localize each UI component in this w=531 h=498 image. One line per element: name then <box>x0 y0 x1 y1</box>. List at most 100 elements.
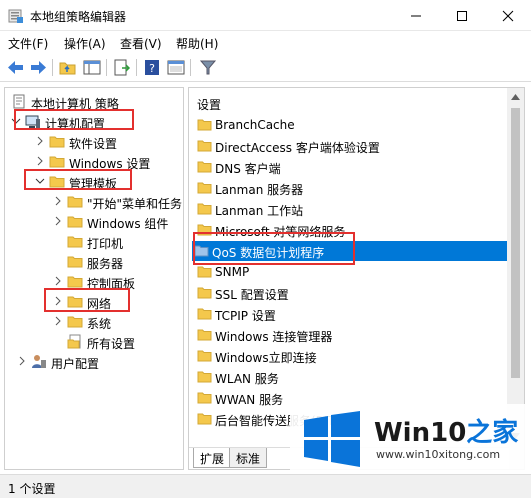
up-folder-button[interactable] <box>58 58 78 77</box>
menu-view[interactable]: 查看(V) <box>120 35 162 52</box>
highlight-network <box>44 288 130 312</box>
group-policy-app-icon <box>8 9 23 23</box>
folder-icon <box>49 136 65 148</box>
folder-icon <box>197 308 212 320</box>
all-settings-icon <box>67 334 81 349</box>
folder-icon <box>197 392 212 404</box>
folder-icon <box>197 413 212 425</box>
help-button[interactable]: ? <box>142 58 162 77</box>
folder-icon <box>67 316 83 328</box>
folder-icon <box>197 266 212 278</box>
chevron-right-icon <box>37 136 43 146</box>
menu-file[interactable]: 文件(F) <box>8 35 48 52</box>
tree-node-servers[interactable]: 服务器 <box>9 252 179 272</box>
tab-expand[interactable]: 扩展 <box>193 448 232 468</box>
list-item[interactable]: Lanman 工作站 <box>195 199 505 219</box>
tree-label-software-settings: 软件设置 <box>69 137 118 151</box>
folder-icon <box>67 196 83 208</box>
folder-icon <box>67 236 83 248</box>
watermark: Win10之家 www.win10xitong.com <box>290 404 531 474</box>
forward-button[interactable] <box>28 58 48 77</box>
list-item-label: Lanman 服务器 <box>215 183 304 197</box>
folder-icon <box>197 182 212 194</box>
tree-label-servers: 服务器 <box>87 257 124 271</box>
window-title: 本地组策略编辑器 <box>30 10 127 24</box>
toolbar-separator <box>190 59 191 76</box>
title-bar: 本地组策略编辑器 <box>0 0 531 31</box>
list-item-label: Lanman 工作站 <box>215 204 304 218</box>
menu-help[interactable]: 帮助(H) <box>176 35 218 52</box>
list-item[interactable]: Windows 连接管理器 <box>195 325 505 345</box>
svg-text:?: ? <box>149 62 155 75</box>
folder-icon <box>197 371 212 383</box>
folder-icon <box>49 156 65 168</box>
minimize-button[interactable] <box>393 0 439 31</box>
maximize-button[interactable] <box>439 0 485 31</box>
list-item[interactable]: DNS 客户端 <box>195 157 505 177</box>
list-item-label: SNMP <box>215 265 250 279</box>
folder-icon <box>67 216 83 228</box>
watermark-url: www.win10xitong.com <box>376 448 501 461</box>
list-item-label: WWAN 服务 <box>215 393 284 407</box>
tree-label-user-config: 用户配置 <box>51 357 100 371</box>
folder-icon <box>197 161 212 173</box>
folder-icon <box>197 119 212 131</box>
list-item[interactable]: Lanman 服务器 <box>195 178 505 198</box>
tree-node-windows-components[interactable]: Windows 组件 <box>9 212 179 232</box>
list-item-label: BranchCache <box>215 118 295 132</box>
filter-button[interactable] <box>198 58 218 77</box>
folder-icon <box>197 329 212 341</box>
tree-node-start-menu[interactable]: "开始"菜单和任务 <box>9 192 182 212</box>
chevron-right-icon <box>55 216 61 226</box>
tree-label-windows-components: Windows 组件 <box>87 217 169 231</box>
tree-node-software-settings[interactable]: 软件设置 <box>9 132 179 152</box>
show-tree-icon <box>83 60 101 75</box>
tree-node-all-settings[interactable]: 所有设置 <box>9 332 179 352</box>
tree-label-printers: 打印机 <box>87 237 124 251</box>
list-item-label: DNS 客户端 <box>215 162 281 176</box>
highlight-qos <box>193 232 355 265</box>
list-item-label: DirectAccess 客户端体验设置 <box>215 141 380 155</box>
scroll-up-icon[interactable] <box>511 94 520 100</box>
toolbar-separator <box>136 59 137 76</box>
list-item[interactable]: SNMP <box>195 262 505 282</box>
menu-action[interactable]: 操作(A) <box>64 35 106 52</box>
list-item[interactable]: WLAN 服务 <box>195 367 505 387</box>
tab-standard[interactable]: 标准 <box>229 448 268 468</box>
tree-pane: 本地计算机 策略 计算机配置 软件设置 Windows 设置 管理模板 "开始"… <box>4 87 184 470</box>
tree-node-user-config[interactable]: 用户配置 <box>9 352 179 372</box>
tree-node-system[interactable]: 系统 <box>9 312 179 332</box>
back-button[interactable] <box>6 58 26 77</box>
user-icon <box>32 355 46 368</box>
chevron-right-icon <box>55 316 61 326</box>
menu-bar: 文件(F) 操作(A) 查看(V) 帮助(H) <box>0 31 531 53</box>
list-item-label: WLAN 服务 <box>215 372 279 386</box>
toolbar: ? <box>0 53 531 82</box>
console-button[interactable] <box>166 58 186 77</box>
toolbar-separator <box>52 59 53 76</box>
folder-icon <box>197 140 212 152</box>
close-button[interactable] <box>485 0 531 31</box>
toolbar-separator <box>106 59 107 76</box>
tree-node-printers[interactable]: 打印机 <box>9 232 179 252</box>
list-item[interactable]: BranchCache <box>195 115 505 135</box>
windows-logo-icon <box>304 411 360 467</box>
show-tree-button[interactable] <box>82 58 102 77</box>
folder-icon <box>197 287 212 299</box>
list-item-label: SSL 配置设置 <box>215 288 289 302</box>
help-icon: ? <box>145 60 159 75</box>
list-item[interactable]: SSL 配置设置 <box>195 283 505 303</box>
up-folder-icon <box>59 62 76 75</box>
console-icon <box>167 60 185 75</box>
scrollbar-thumb[interactable] <box>511 108 520 378</box>
list-item-label: TCPIP 设置 <box>215 309 276 323</box>
chevron-right-icon <box>55 196 61 206</box>
export-list-button[interactable] <box>112 58 132 77</box>
list-item[interactable]: TCPIP 设置 <box>195 304 505 324</box>
list-header: 设置 <box>197 98 222 112</box>
chevron-right-icon <box>55 276 61 286</box>
list-item[interactable]: Windows立即连接 <box>195 346 505 366</box>
folder-icon <box>197 203 212 215</box>
list-item[interactable]: DirectAccess 客户端体验设置 <box>195 136 505 156</box>
status-bar: 1 个设置 <box>0 474 531 498</box>
